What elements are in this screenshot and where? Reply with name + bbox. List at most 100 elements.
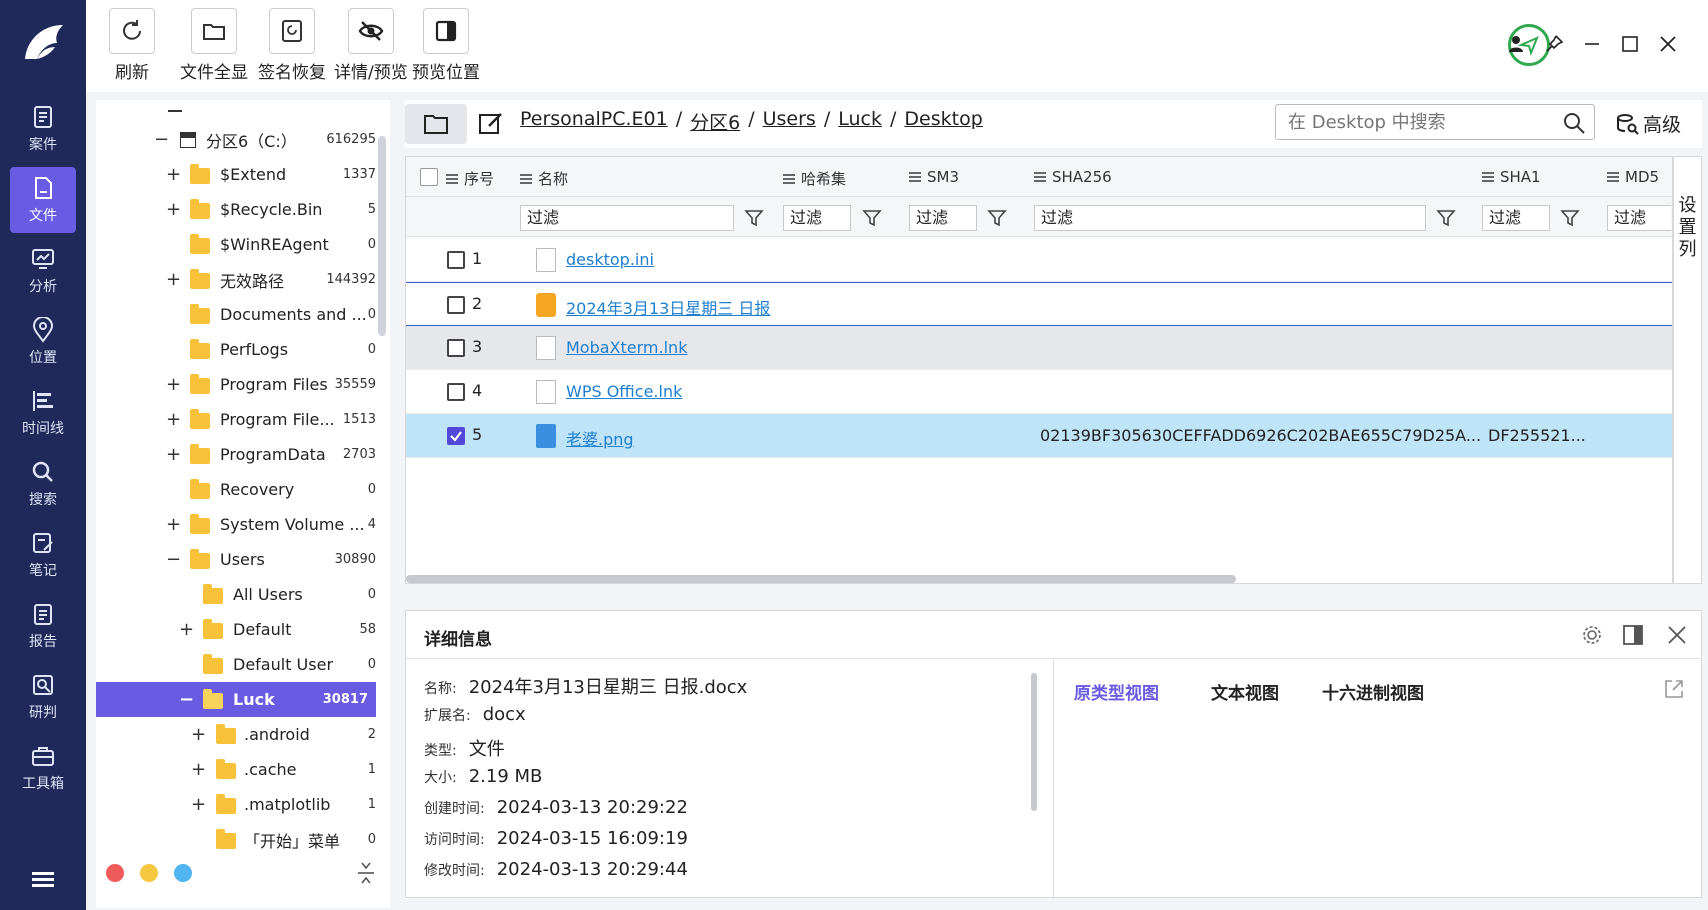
close-icon[interactable] xyxy=(1665,623,1689,647)
filter-icon[interactable] xyxy=(743,207,765,229)
tree-item[interactable]: + System Volume ... 4 xyxy=(96,507,376,542)
expand-toggle[interactable]: + xyxy=(191,794,206,815)
filter-icon[interactable] xyxy=(986,207,1008,229)
tree-item[interactable]: + Default 58 xyxy=(96,612,376,647)
expand-toggle[interactable]: + xyxy=(166,199,181,220)
table-row[interactable]: 2 2024年3月13日星期三 日报 xyxy=(406,282,1672,326)
expand-toggle[interactable]: + xyxy=(166,444,181,465)
nav-report[interactable]: 报告 xyxy=(10,593,76,659)
table-row[interactable]: 3 MobaXterm.lnk xyxy=(406,326,1672,370)
collapse-toggle[interactable]: − xyxy=(166,549,181,570)
tab-native-view[interactable]: 原类型视图 xyxy=(1074,679,1159,704)
select-all-checkbox[interactable] xyxy=(420,168,438,186)
user-icon[interactable] xyxy=(1502,30,1530,58)
menu-icon[interactable] xyxy=(28,868,58,892)
column-header-sm3[interactable]: SM3 xyxy=(909,168,959,186)
breadcrumb-item[interactable]: Desktop xyxy=(904,108,982,135)
blue-dot-icon[interactable] xyxy=(174,864,192,882)
minimize-icon[interactable] xyxy=(1578,30,1606,58)
nav-notes[interactable]: 笔记 xyxy=(10,522,76,588)
detail-scrollbar[interactable] xyxy=(1031,673,1037,811)
close-icon[interactable] xyxy=(1654,30,1682,58)
tree-item[interactable]: + Program Files 35559 xyxy=(96,367,376,402)
yellow-dot-icon[interactable] xyxy=(140,864,158,882)
open-external-icon[interactable] xyxy=(1662,677,1686,701)
filter-icon[interactable] xyxy=(861,207,883,229)
search-input[interactable] xyxy=(1288,109,1548,135)
file-name-link[interactable]: desktop.ini xyxy=(566,250,654,269)
tree-item[interactable]: Recovery 0 xyxy=(96,472,376,507)
collapse-toggle[interactable]: − xyxy=(154,129,169,150)
tree-item[interactable]: Default User 0 xyxy=(96,647,376,682)
row-checkbox[interactable] xyxy=(447,296,465,314)
expand-toggle[interactable]: + xyxy=(166,514,181,535)
tree-item[interactable]: $WinREAgent 0 xyxy=(96,227,376,262)
tree-item[interactable]: + $Extend 1337 xyxy=(96,157,376,192)
tab-text-view[interactable]: 文本视图 xyxy=(1211,679,1279,704)
column-header-md5[interactable]: MD5 xyxy=(1607,168,1659,186)
tree-item[interactable]: + $Recycle.Bin 5 xyxy=(96,192,376,227)
nav-judgement[interactable]: 研判 xyxy=(10,664,76,730)
filter-md5-input[interactable]: 过滤 xyxy=(1607,205,1671,231)
red-dot-icon[interactable] xyxy=(106,864,124,882)
tree-item[interactable]: + 无效路径 144392 xyxy=(96,262,376,297)
nav-search[interactable]: 搜索 xyxy=(10,451,76,517)
column-header-hashset[interactable]: 哈希集 xyxy=(783,168,846,189)
expand-toggle[interactable]: + xyxy=(191,759,206,780)
refresh-button[interactable]: 刷新 xyxy=(109,8,155,83)
table-row[interactable]: 1 desktop.ini xyxy=(406,238,1672,282)
nav-toolbox[interactable]: 工具箱 xyxy=(10,735,76,801)
column-header-name[interactable]: 名称 xyxy=(520,168,568,189)
tree-item[interactable]: − Users 30890 xyxy=(96,542,376,577)
advanced-search-button[interactable]: 高级 xyxy=(1615,110,1681,137)
nav-files[interactable]: 文件 xyxy=(10,167,76,233)
breadcrumb-item[interactable]: PersonalPC.E01 xyxy=(520,108,668,135)
expand-toggle[interactable]: + xyxy=(166,164,181,185)
tree-item[interactable]: − 分区6（C:） 616295 xyxy=(96,122,376,157)
nav-case[interactable]: 案件 xyxy=(10,96,76,162)
filter-hashset-input[interactable]: 过滤 xyxy=(783,205,851,231)
gear-icon[interactable] xyxy=(1580,623,1604,647)
tree-item[interactable]: + .android 2 xyxy=(96,717,376,752)
expand-toggle[interactable]: + xyxy=(179,619,194,640)
filter-sm3-input[interactable]: 过滤 xyxy=(909,205,977,231)
row-checkbox-checked[interactable] xyxy=(447,427,465,445)
filter-name-input[interactable]: 过滤 xyxy=(520,205,734,231)
pin-icon[interactable] xyxy=(1540,30,1568,58)
file-name-link[interactable]: 老婆.png xyxy=(566,426,634,450)
filter-icon[interactable] xyxy=(1435,207,1457,229)
collapse-toggle[interactable]: − xyxy=(179,689,194,710)
preview-position-button[interactable]: 预览位置 xyxy=(412,8,480,83)
row-checkbox[interactable] xyxy=(447,383,465,401)
panel-right-icon[interactable] xyxy=(1621,623,1645,647)
open-folder-button[interactable] xyxy=(405,104,467,144)
nav-timeline[interactable]: 时间线 xyxy=(10,380,76,446)
tab-hex-view[interactable]: 十六进制视图 xyxy=(1322,679,1424,704)
column-header-sha1[interactable]: SHA1 xyxy=(1482,168,1541,186)
breadcrumb-item[interactable]: 分区6 xyxy=(690,108,740,135)
set-columns-button[interactable]: 设置列 xyxy=(1673,156,1702,584)
table-row[interactable]: 4 WPS Office.lnk xyxy=(406,370,1672,414)
expand-toggle[interactable]: + xyxy=(166,374,181,395)
table-row-selected[interactable]: 5 老婆.png 02139BF305630CEFFADD6926C202BAE… xyxy=(406,414,1672,458)
tree-item[interactable]: All Users 0 xyxy=(96,577,376,612)
file-name-link[interactable]: 2024年3月13日星期三 日报 xyxy=(566,295,770,319)
expand-toggle[interactable]: + xyxy=(166,269,181,290)
nav-analysis[interactable]: 分析 xyxy=(10,238,76,304)
breadcrumb-item[interactable]: Users xyxy=(763,108,816,135)
collapse-all-icon[interactable] xyxy=(354,860,378,886)
tree-item[interactable]: + .matplotlib 1 xyxy=(96,787,376,822)
column-header-num[interactable]: 序号 xyxy=(446,168,494,189)
filter-sha256-input[interactable]: 过滤 xyxy=(1034,205,1426,231)
tree-item[interactable]: + ProgramData 2703 xyxy=(96,437,376,472)
column-header-sha256[interactable]: SHA256 xyxy=(1034,168,1112,186)
horizontal-scrollbar[interactable] xyxy=(406,575,1236,583)
show-all-button[interactable]: 文件全显 xyxy=(180,8,248,83)
expand-toggle[interactable]: + xyxy=(166,409,181,430)
expand-toggle[interactable]: + xyxy=(191,724,206,745)
maximize-icon[interactable] xyxy=(1616,30,1644,58)
tree-item[interactable]: Documents and ... 0 xyxy=(96,297,376,332)
tree-item-selected[interactable]: − Luck 30817 xyxy=(96,682,376,717)
breadcrumb-item[interactable]: Luck xyxy=(838,108,882,135)
search-icon[interactable] xyxy=(1562,111,1586,135)
